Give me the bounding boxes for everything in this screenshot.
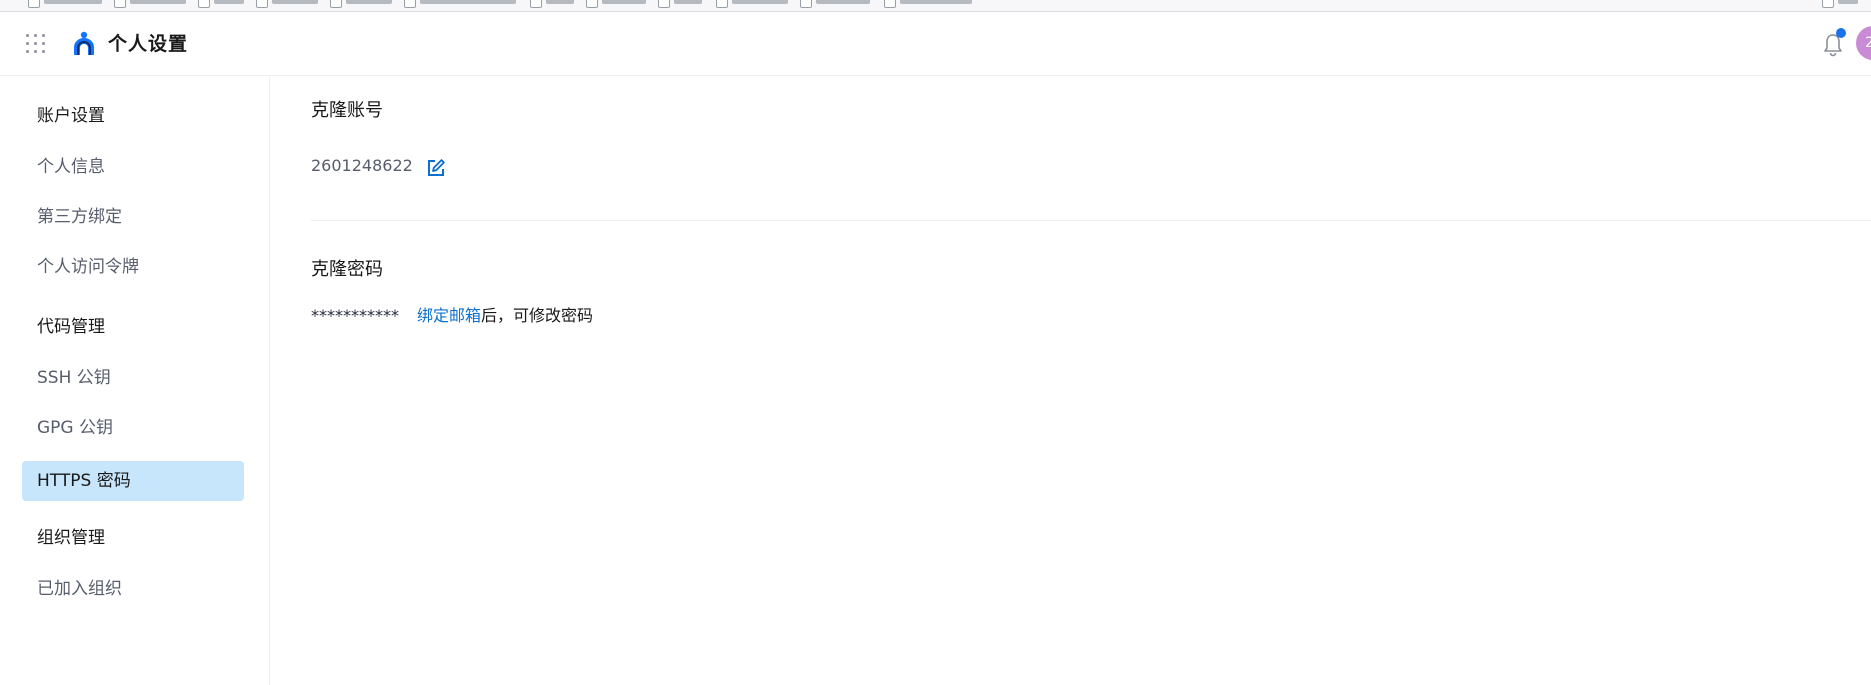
bind-email-link[interactable]: 绑定邮箱 [417, 306, 481, 325]
sidebar-group-organization: 组织管理 [37, 528, 105, 548]
bookmark-label [346, 0, 392, 4]
bookmark-label [732, 0, 788, 4]
sidebar-item-joined-orgs[interactable]: 已加入组织 [22, 569, 244, 609]
bookmark-label [900, 0, 972, 4]
notification-dot [1836, 28, 1846, 38]
bookmark-label [130, 0, 186, 4]
bookmark-label [546, 0, 574, 4]
password-hint: 后，可修改密码 [481, 306, 594, 325]
sidebar-item-ssh-keys[interactable]: SSH 公钥 [22, 358, 244, 398]
bookmark-label [674, 0, 702, 4]
bookmark-label [602, 0, 646, 4]
bookmark-folder-icon [884, 0, 896, 8]
bookmark-folder-icon [256, 0, 268, 8]
clone-password-title: 克隆密码 [311, 259, 383, 280]
bookmark-label [214, 0, 244, 4]
masked-password: *********** [311, 306, 399, 325]
browser-bookmark-bar [0, 0, 1871, 12]
sidebar-item-profile[interactable]: 个人信息 [22, 147, 244, 187]
sidebar-item-access-tokens[interactable]: 个人访问令牌 [22, 247, 244, 287]
bookmark-folder-icon [800, 0, 812, 8]
bookmark-folder-icon [404, 0, 416, 8]
sidebar-item-https-password[interactable]: HTTPS 密码 [22, 461, 244, 501]
sidebar-group-code: 代码管理 [37, 317, 105, 337]
apps-grid-icon[interactable] [26, 34, 46, 54]
clone-password-row: *********** 绑定邮箱后，可修改密码 [311, 305, 593, 327]
bookmark-label [420, 0, 516, 4]
main-content: 克隆账号 2601248622 克隆密码 *********** 绑定邮箱后，可修… [271, 77, 1871, 685]
bookmark-folder-icon [114, 0, 126, 8]
bookmark-folder-icon [658, 0, 670, 8]
logo-icon[interactable] [72, 30, 96, 56]
bookmark-folder-icon [530, 0, 542, 8]
section-divider [311, 220, 1871, 221]
bookmark-label [44, 0, 102, 4]
bookmark-folder-icon [716, 0, 728, 8]
bookmark-folder-icon [586, 0, 598, 8]
clone-account-value: 2601248622 [311, 156, 413, 175]
top-header: 个人设置 2 [0, 12, 1871, 76]
sidebar-group-account: 账户设置 [37, 106, 105, 126]
bookmark-label [1838, 0, 1858, 4]
avatar[interactable]: 2 [1856, 26, 1871, 60]
sidebar-item-gpg-keys[interactable]: GPG 公钥 [22, 408, 244, 448]
bookmark-folder-icon [198, 0, 210, 8]
bookmark-folder-icon [28, 0, 40, 8]
page-title: 个人设置 [108, 33, 189, 55]
bookmark-label [272, 0, 318, 4]
bookmark-folder-icon [330, 0, 342, 8]
clone-account-title: 克隆账号 [311, 100, 383, 121]
sidebar: 账户设置 个人信息 第三方绑定 个人访问令牌 代码管理 SSH 公钥 GPG 公… [0, 77, 270, 685]
bookmark-label [816, 0, 870, 4]
bookmark-folder-icon [1822, 0, 1834, 8]
edit-icon[interactable] [425, 157, 447, 179]
sidebar-item-third-party-binding[interactable]: 第三方绑定 [22, 197, 244, 237]
